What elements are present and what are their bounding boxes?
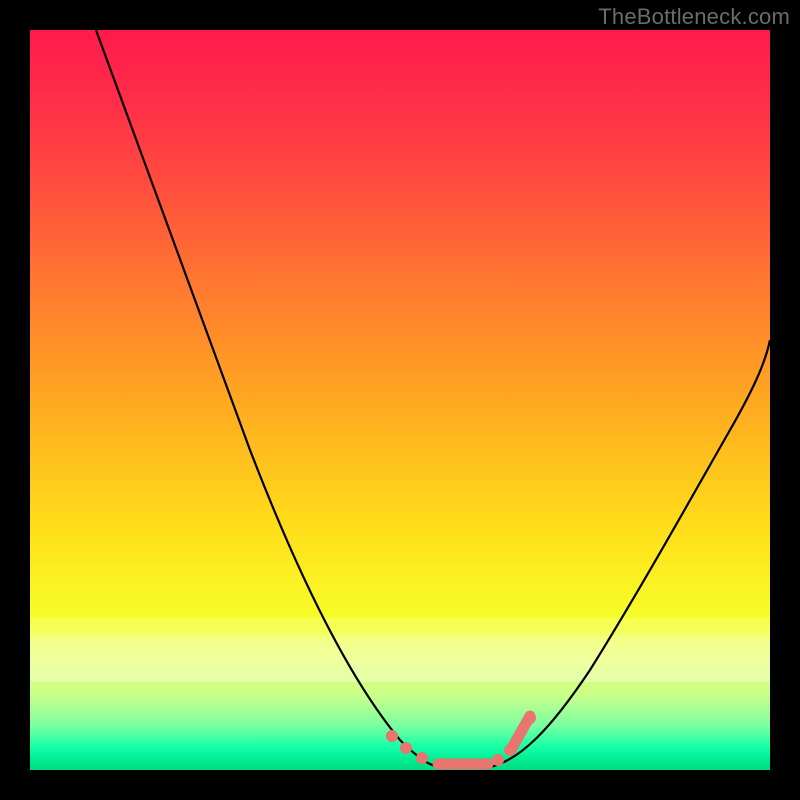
chart-frame: TheBottleneck.com (0, 0, 800, 800)
valley-marker-segments (438, 716, 530, 764)
plot-area (30, 30, 770, 770)
right-curve (490, 340, 770, 767)
curve-layer (30, 30, 770, 770)
watermark-text: TheBottleneck.com (598, 4, 790, 30)
left-curve (96, 30, 438, 767)
